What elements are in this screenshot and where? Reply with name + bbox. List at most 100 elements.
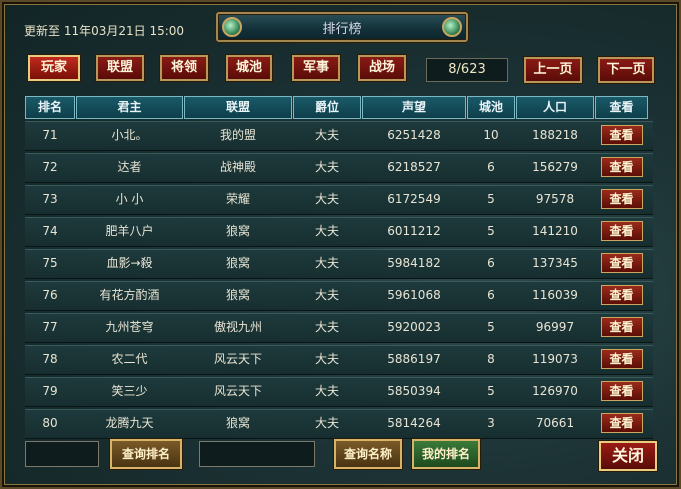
- cell-rank: 71: [42, 128, 58, 142]
- view-button[interactable]: 查看: [600, 125, 643, 145]
- cell-alliance: 狼窝: [225, 288, 250, 302]
- cell-lord: 农二代: [111, 352, 148, 366]
- cell-alliance: 狼窝: [225, 224, 250, 238]
- cell-rank: 80: [42, 416, 58, 430]
- cell-view: 查看: [595, 314, 648, 342]
- view-button[interactable]: 查看: [600, 221, 643, 241]
- col-prestige: 声望: [362, 96, 466, 119]
- cell-cities: 5: [487, 384, 495, 398]
- cell-alliance: 荣耀: [225, 192, 250, 206]
- tab-city[interactable]: 城池: [226, 55, 272, 81]
- tab-player[interactable]: 玩家: [28, 55, 80, 81]
- cell-lord: 龙腾九天: [105, 416, 154, 430]
- view-button[interactable]: 查看: [600, 253, 643, 273]
- table-row: 73 小 小 荣耀 大夫 6172549 5 97578 查看: [25, 185, 653, 215]
- cell-prestige: 5920023: [387, 320, 441, 334]
- cell-view: 查看: [595, 218, 648, 246]
- cell-view: 查看: [595, 410, 648, 438]
- ranking-window: 更新至 11年03月21日 15:00 排行榜 玩家 联盟 将领 城池 军事 战…: [0, 0, 681, 489]
- view-button[interactable]: 查看: [600, 157, 643, 177]
- tab-general[interactable]: 将领: [160, 55, 208, 81]
- close-button[interactable]: 关闭: [599, 441, 657, 471]
- cell-population: 119073: [532, 352, 578, 366]
- cell-population: 141210: [532, 224, 578, 238]
- table-body: 71 小北。 我的盟 大夫 6251428 10 188218 查看 72 达者 战神殿 大夫 6218…: [25, 121, 653, 439]
- tab-battlefield[interactable]: 战场: [358, 55, 406, 81]
- cell-title: 大夫: [314, 288, 339, 302]
- cell-prestige: 5984182: [387, 256, 441, 270]
- cell-title: 大夫: [314, 224, 339, 238]
- cell-alliance: 我的盟: [219, 128, 256, 142]
- cell-rank: 77: [42, 320, 58, 334]
- cell-title: 大夫: [314, 320, 339, 334]
- cell-alliance: 狼窝: [225, 416, 250, 430]
- view-button[interactable]: 查看: [600, 317, 643, 337]
- table-row: 72 达者 战神殿 大夫 6218527 6 156279 查看: [25, 153, 653, 183]
- cell-population: 70661: [535, 416, 575, 430]
- next-page-button[interactable]: 下一页: [598, 57, 654, 83]
- cell-alliance: 风云天下: [213, 352, 262, 366]
- tab-military[interactable]: 军事: [292, 55, 340, 81]
- cell-rank: 75: [42, 256, 58, 270]
- cell-alliance: 战神殿: [219, 160, 256, 174]
- col-view: 查看: [595, 96, 648, 119]
- cell-population: 156279: [532, 160, 578, 174]
- cell-population: 96997: [535, 320, 575, 334]
- cell-alliance: 风云天下: [213, 384, 262, 398]
- cell-population: 116039: [532, 288, 578, 302]
- cell-prestige: 5886197: [387, 352, 441, 366]
- col-title: 爵位: [293, 96, 361, 119]
- table-header: 排名 君主 联盟 爵位 声望 城池 人口 查看: [25, 96, 653, 119]
- cell-view: 查看: [595, 154, 648, 182]
- search-name-button[interactable]: 查询名称: [334, 439, 402, 469]
- cell-title: 大夫: [314, 384, 339, 398]
- cell-population: 97578: [535, 192, 575, 206]
- cell-lord: 小北。: [111, 128, 148, 142]
- name-search-input[interactable]: [199, 441, 315, 467]
- cell-lord: 笑三少: [111, 384, 148, 398]
- table-row: 74 肥羊八户 狼窝 大夫 6011212 5 141210 查看: [25, 217, 653, 247]
- cell-prestige: 6011212: [387, 224, 441, 238]
- my-rank-button[interactable]: 我的排名: [412, 439, 480, 469]
- cell-view: 查看: [595, 378, 648, 406]
- cell-view: 查看: [595, 122, 648, 150]
- table-row: 76 有花方酌酒 狼窝 大夫 5961068 6 116039 查看: [25, 281, 653, 311]
- cell-cities: 5: [487, 192, 495, 206]
- cell-prestige: 6251428: [387, 128, 441, 142]
- cell-cities: 10: [483, 128, 499, 142]
- view-button[interactable]: 查看: [600, 413, 643, 433]
- cell-rank: 78: [42, 352, 58, 366]
- tab-alliance[interactable]: 联盟: [96, 55, 144, 81]
- cell-lord: 有花方酌酒: [99, 288, 160, 302]
- cell-rank: 74: [42, 224, 58, 238]
- cell-cities: 5: [487, 224, 495, 238]
- rank-search-input[interactable]: [25, 441, 99, 467]
- cell-lord: 小 小: [115, 192, 144, 206]
- col-alliance: 联盟: [184, 96, 292, 119]
- cell-prestige: 5961068: [387, 288, 441, 302]
- table-row: 75 血影→殺 狼窝 大夫 5984182 6 137345 查看: [25, 249, 653, 279]
- view-button[interactable]: 查看: [600, 285, 643, 305]
- view-button[interactable]: 查看: [600, 189, 643, 209]
- cell-view: 查看: [595, 346, 648, 374]
- cell-alliance: 狼窝: [225, 256, 250, 270]
- ornament-icon: [442, 17, 462, 37]
- cell-title: 大夫: [314, 128, 339, 142]
- view-button[interactable]: 查看: [600, 349, 643, 369]
- cell-view: 查看: [595, 250, 648, 278]
- page-indicator: 8/623: [426, 58, 508, 82]
- prev-page-button[interactable]: 上一页: [524, 57, 582, 83]
- cell-cities: 6: [487, 160, 495, 174]
- cell-prestige: 6172549: [387, 192, 441, 206]
- cell-title: 大夫: [314, 416, 339, 430]
- view-button[interactable]: 查看: [600, 381, 643, 401]
- col-rank: 排名: [25, 96, 75, 119]
- cell-title: 大夫: [314, 256, 339, 270]
- col-cities: 城池: [467, 96, 515, 119]
- search-rank-button[interactable]: 查询排名: [110, 439, 182, 469]
- cell-cities: 8: [487, 352, 495, 366]
- cell-population: 188218: [532, 128, 578, 142]
- update-time: 更新至 11年03月21日 15:00: [24, 24, 185, 38]
- cell-population: 126970: [532, 384, 578, 398]
- cell-lord: 九州苍穹: [105, 320, 154, 334]
